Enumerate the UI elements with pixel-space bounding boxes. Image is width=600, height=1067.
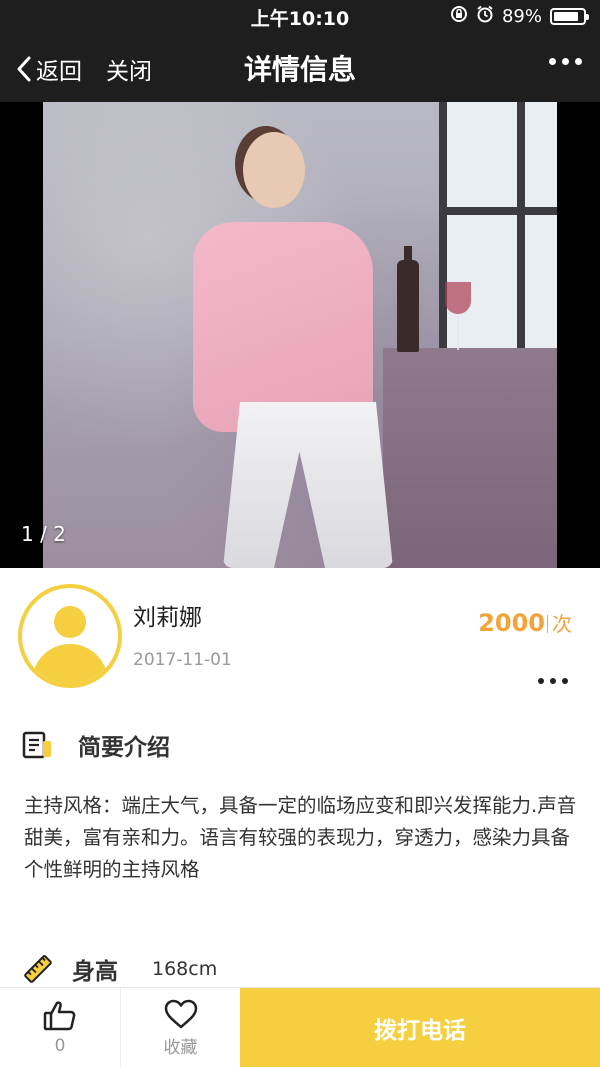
intro-text: 主持风格：端庄大气，具备一定的临场应变和即兴发挥能力.声音甜美，富有亲和力。语言… [24,794,577,881]
more-options-icon[interactable] [538,678,568,684]
ruler-icon [24,955,52,983]
alarm-icon [476,5,494,28]
thumbs-up-icon [43,1001,76,1031]
bottom-bar: 0 收藏 拨打电话 [0,987,600,1067]
price-unit: 次 [547,608,572,637]
height-label: 身高 [72,959,118,985]
battery-level [554,12,579,21]
price: 2000 次 [478,608,572,637]
intro-title: 简要介绍 [78,735,170,761]
status-bar: 上午10:10 89% [0,0,600,34]
call-button[interactable]: 拨打电话 [240,988,600,1067]
favorite-label: 收藏 [163,1037,198,1058]
document-icon [22,731,51,759]
chevron-left-icon [17,56,31,82]
like-count: 0 [54,1036,66,1056]
favorite-button[interactable]: 收藏 [120,988,240,1067]
nav-bar: 返回 关闭 详情信息 [0,34,600,102]
height-row: 身高 168cm [22,952,217,986]
back-button[interactable]: 返回 [16,52,82,86]
close-button[interactable]: 关闭 [106,52,152,86]
page-title: 详情信息 [243,53,356,86]
photo-counter: 1 / 2 [21,522,66,546]
intro-header: 简要介绍 [22,728,170,762]
more-icon[interactable] [549,58,582,65]
battery-percentage: 89% [501,6,542,27]
photo-gallery[interactable]: 1 / 2 [0,102,600,568]
profile-name: 刘莉娜 [133,605,202,631]
profile-card: 刘莉娜 2017-11-01 2000 次 [0,568,600,708]
heart-icon [164,999,197,1028]
avatar [18,584,122,688]
height-value: 168cm [152,958,218,980]
rotation-lock-icon [450,5,468,28]
back-label: 返回 [36,59,82,85]
battery-icon [550,8,589,25]
call-label: 拨打电话 [374,1018,466,1044]
profile-photo [43,102,557,568]
status-indicators: 89% [450,5,589,28]
price-value: 2000 [478,609,545,637]
user-icon [54,606,86,638]
profile-date: 2017-11-01 [133,650,232,670]
like-button[interactable]: 0 [0,988,120,1067]
